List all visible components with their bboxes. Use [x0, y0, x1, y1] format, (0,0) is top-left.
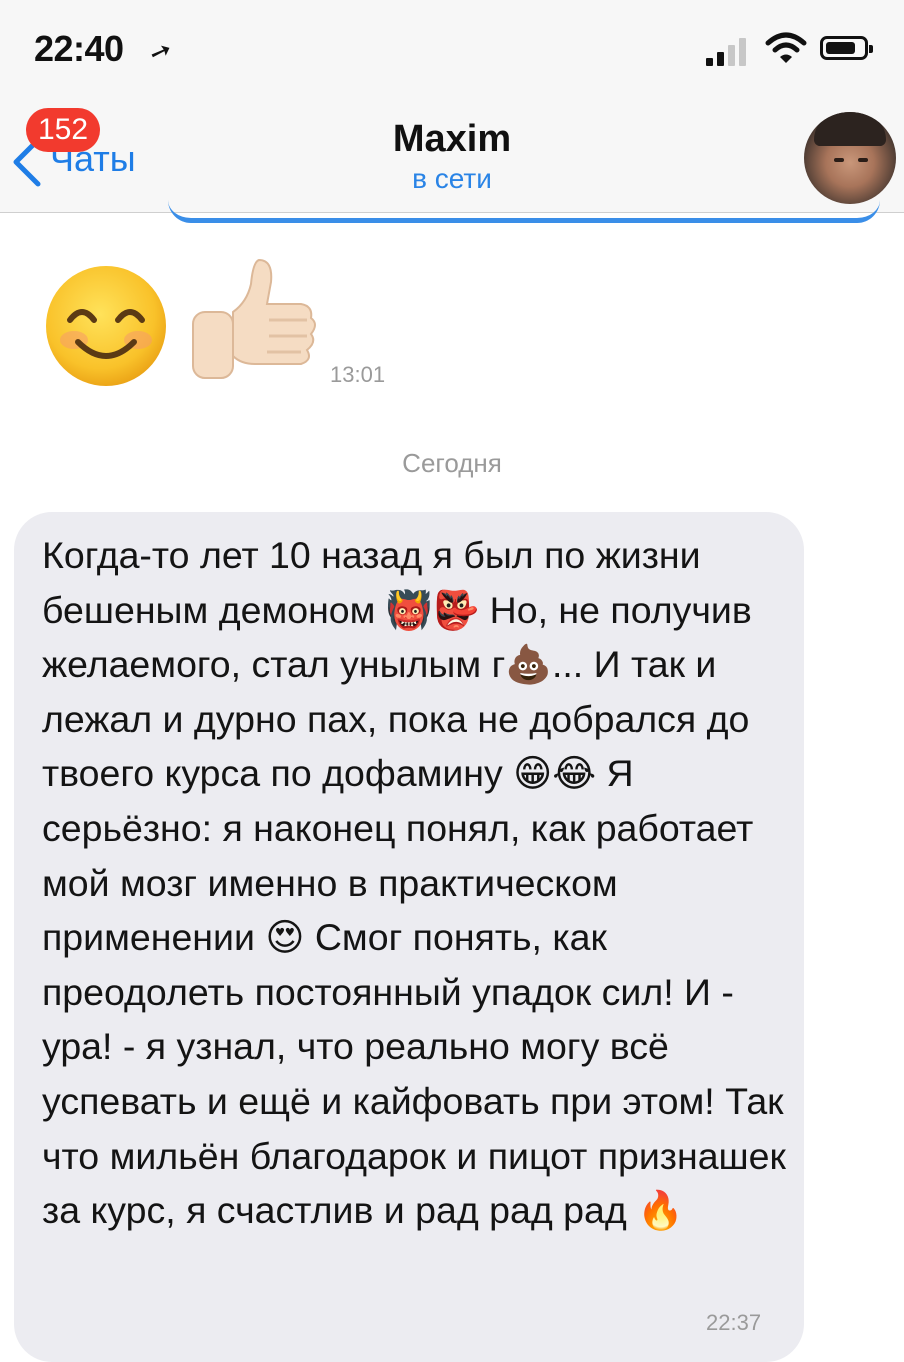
smiling-face-emoji-icon	[46, 266, 166, 386]
avatar-hair	[814, 112, 886, 146]
avatar-eye-left	[834, 158, 844, 162]
wifi-icon	[765, 32, 807, 63]
date-separator: Сегодня	[402, 448, 502, 478]
cellular-signal-icon	[706, 34, 750, 66]
chat-title[interactable]: Maxim	[0, 118, 904, 161]
status-time: 22:40	[34, 28, 124, 69]
avatar-eye-right	[858, 158, 868, 162]
message-timestamp: 22:37	[706, 1310, 762, 1335]
previous-message-bubble	[168, 200, 880, 223]
message-text: Когда-то лет 10 назад я был по жизни беш…	[42, 534, 786, 1232]
battery-icon	[820, 36, 873, 60]
contact-avatar[interactable]	[804, 112, 896, 204]
thumbs-up-emoji-icon	[192, 258, 316, 379]
message-timestamp: 13:01	[330, 362, 386, 387]
online-status: в сети	[412, 163, 492, 194]
battery-level	[826, 42, 855, 54]
